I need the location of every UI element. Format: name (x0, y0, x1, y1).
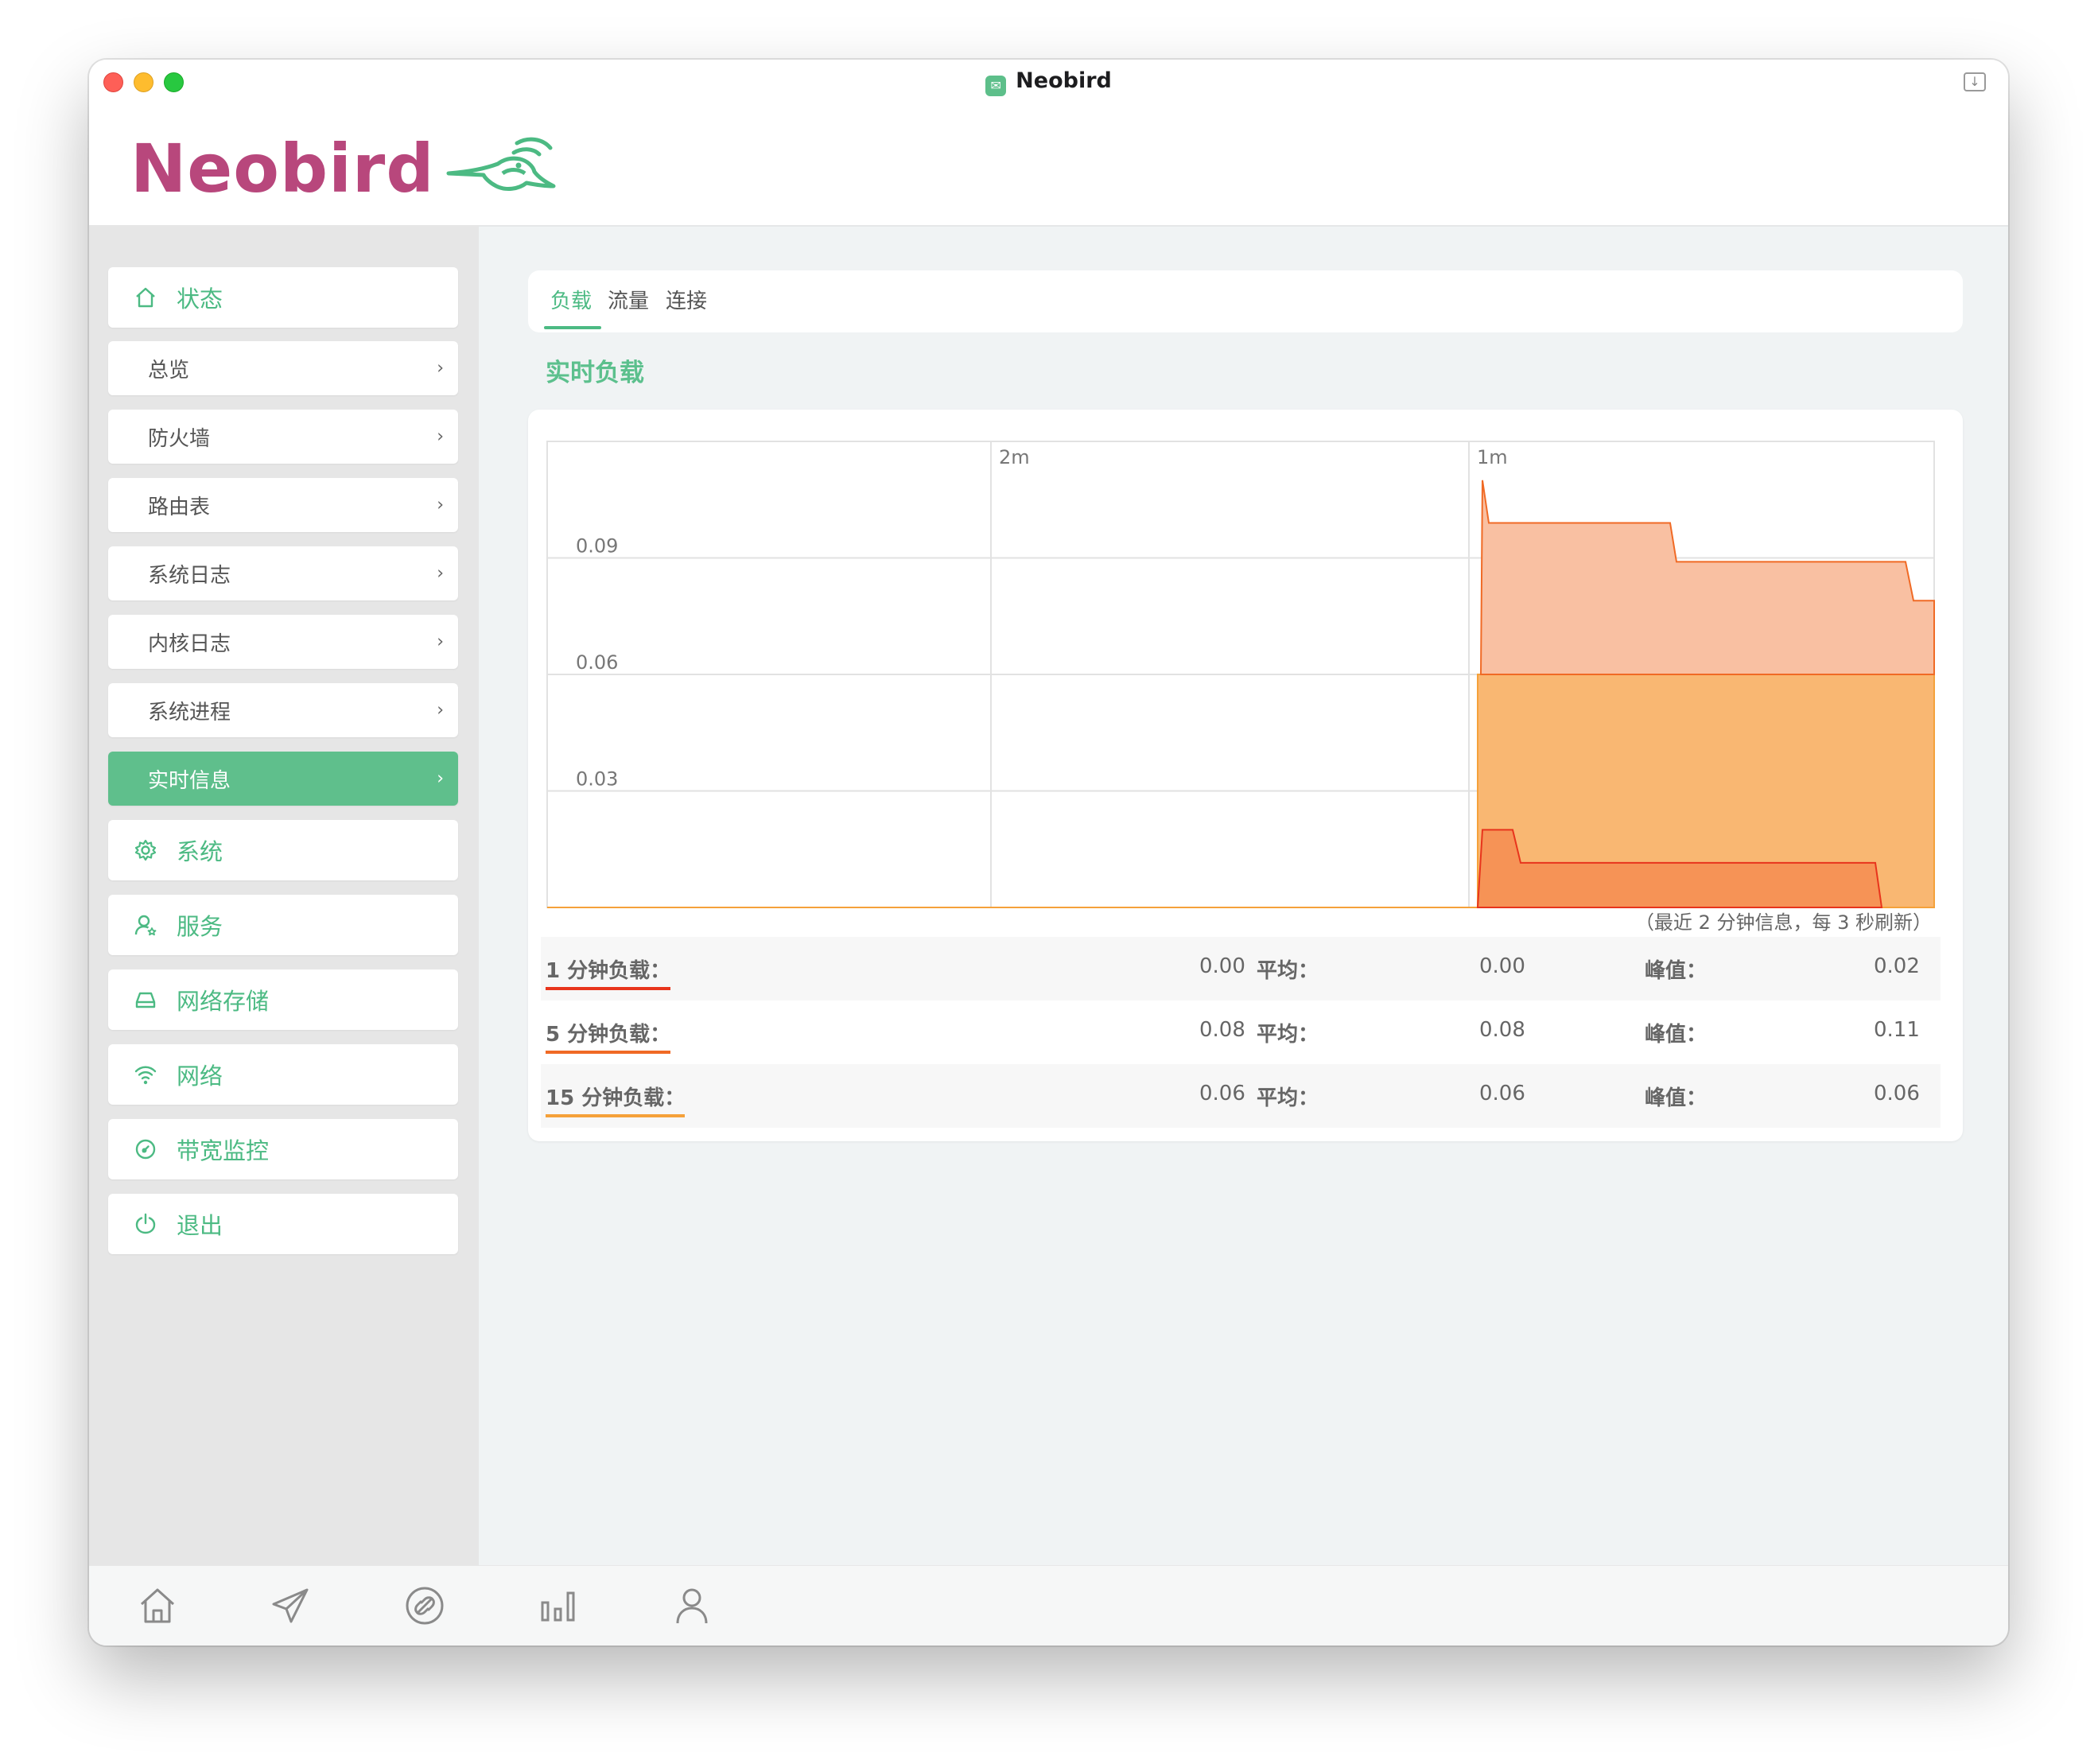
stat-label: 5 分钟负载： (546, 1018, 671, 1054)
stat-label: 1 分钟负载： (546, 954, 671, 990)
chevron-right-icon: › (437, 631, 444, 652)
stat-current: 0.00 (1199, 954, 1245, 978)
series-5min-area (1479, 480, 1935, 675)
bar-chart-icon[interactable] (534, 1582, 582, 1630)
chart-note: （最近 2 分钟信息，每 3 秒刷新） (1634, 911, 1932, 934)
app-window: ✉ Neobird ↓ Neobird 状态 总览 › 防火墙 › 路由表 › … (89, 60, 2008, 1645)
sidebar-item-label: 内核日志 (148, 631, 231, 656)
logo-text: Neobird (130, 130, 435, 208)
sidebar-item-label: 防火墙 (148, 426, 211, 451)
sidebar-item-label: 网络 (177, 1063, 223, 1090)
sidebar-item-status[interactable]: 状态 (108, 267, 458, 328)
user-icon[interactable] (668, 1582, 716, 1630)
stat-current: 0.06 (1199, 1082, 1245, 1105)
y-tick-label: 0.09 (576, 535, 618, 558)
user-star-icon (132, 911, 159, 938)
sidebar-item-system[interactable]: 系统 (108, 820, 458, 880)
chevron-right-icon: › (437, 495, 444, 515)
sidebar-item-network[interactable]: 网络 (108, 1044, 458, 1105)
stat-peak-label: 峰值： (1645, 1023, 1708, 1047)
stat-peak: 0.11 (1874, 1018, 1920, 1042)
sidebar-item-bandwidth[interactable]: 带宽监控 (108, 1119, 458, 1179)
sidebar-item-label: 总览 (148, 358, 190, 383)
title-bar: ✉ Neobird ↓ Neobird (89, 60, 2008, 227)
gauge-icon (132, 1136, 159, 1163)
logo: Neobird (130, 125, 557, 212)
stat-peak: 0.02 (1874, 954, 1920, 978)
home-icon[interactable] (134, 1582, 181, 1630)
chevron-right-icon: › (437, 563, 444, 584)
stat-peak-label: 峰值： (1645, 1086, 1708, 1110)
stat-avg-label: 平均： (1257, 959, 1319, 983)
sidebar-item-label: 系统进程 (148, 700, 231, 725)
chevron-right-icon: › (437, 426, 444, 447)
section-title: 实时负载 (546, 359, 644, 387)
tab-connections[interactable]: 连接 (666, 285, 707, 314)
stat-avg: 0.06 (1479, 1082, 1525, 1105)
hummingbird-icon (446, 137, 556, 191)
drive-icon (132, 986, 159, 1013)
sidebar-item-label: 系统 (177, 838, 223, 865)
wifi-icon (132, 1061, 159, 1088)
download-icon[interactable]: ↓ (1964, 72, 1986, 91)
sidebar-item-nas[interactable]: 网络存储 (108, 969, 458, 1030)
chart-series (1476, 480, 1935, 908)
sidebar-item-label: 退出 (177, 1212, 223, 1239)
y-tick-label: 0.06 (576, 651, 618, 674)
sidebar-item-routes[interactable]: 路由表 › (108, 478, 458, 532)
stat-peak: 0.06 (1874, 1082, 1920, 1105)
power-icon (132, 1210, 159, 1238)
sidebar-item-logout[interactable]: 退出 (108, 1194, 458, 1254)
sidebar-item-label: 路由表 (148, 495, 211, 519)
sidebar-item-services[interactable]: 服务 (108, 895, 458, 955)
stat-avg-label: 平均： (1257, 1086, 1319, 1110)
sidebar-item-kernel-log[interactable]: 内核日志 › (108, 615, 458, 669)
sidebar-item-label: 系统日志 (148, 563, 231, 588)
stat-row-1min: 1 分钟负载： 0.00 平均： 0.00 峰值： 0.02 (541, 937, 1941, 1001)
sidebar: 状态 总览 › 防火墙 › 路由表 › 系统日志 › 内核日志 › 系统进程 › 实时信息 ›… (89, 225, 479, 1566)
tab-traffic[interactable]: 流量 (608, 285, 649, 314)
send-icon[interactable] (267, 1582, 315, 1630)
sidebar-item-label: 网络存储 (177, 988, 270, 1015)
window-title: ✉ Neobird (89, 68, 2008, 96)
x-tick-label: 1m (1477, 446, 1508, 468)
home-icon (132, 284, 159, 311)
gear-icon (132, 837, 159, 864)
stat-avg: 0.08 (1479, 1018, 1525, 1042)
chevron-right-icon: › (437, 768, 444, 789)
stat-row-15min: 15 分钟负载： 0.06 平均： 0.06 峰值： 0.06 (541, 1064, 1941, 1128)
chevron-right-icon: › (437, 358, 444, 379)
sidebar-item-syslog[interactable]: 系统日志 › (108, 546, 458, 600)
load-chart: 0.09 0.06 0.03 2m 1m (546, 441, 1935, 908)
active-tab-indicator (544, 326, 601, 329)
sidebar-item-processes[interactable]: 系统进程 › (108, 683, 458, 737)
sidebar-item-realtime[interactable]: 实时信息 › (108, 752, 458, 806)
stat-avg-label: 平均： (1257, 1023, 1319, 1047)
stat-label: 15 分钟负载： (546, 1082, 686, 1117)
chevron-right-icon: › (437, 700, 444, 721)
sidebar-item-label: 实时信息 (148, 768, 231, 793)
bottom-toolbar (89, 1565, 2008, 1645)
stat-row-5min: 5 分钟负载： 0.08 平均： 0.08 峰值： 0.11 (541, 1001, 1941, 1064)
y-tick-label: 0.03 (576, 768, 618, 791)
sidebar-item-label: 带宽监控 (177, 1137, 270, 1164)
tab-bar: 负载 流量 连接 (528, 270, 1963, 332)
sidebar-item-firewall[interactable]: 防火墙 › (108, 410, 458, 464)
chart-labels: 0.09 0.06 0.03 2m 1m (576, 446, 1508, 791)
link-icon[interactable] (401, 1582, 449, 1630)
neobird-app-icon: ✉ (985, 76, 1007, 96)
stat-current: 0.08 (1199, 1018, 1245, 1042)
sidebar-item-label: 服务 (177, 913, 223, 940)
stat-avg: 0.00 (1479, 954, 1525, 978)
sidebar-item-overview[interactable]: 总览 › (108, 341, 458, 395)
x-tick-label: 2m (999, 446, 1030, 468)
sidebar-item-label: 状态 (177, 286, 223, 313)
tab-load[interactable]: 负载 (550, 285, 592, 314)
stat-peak-label: 峰值： (1645, 959, 1708, 983)
